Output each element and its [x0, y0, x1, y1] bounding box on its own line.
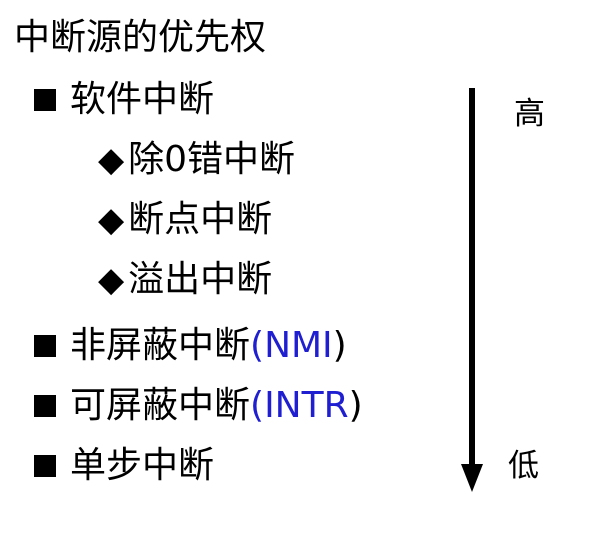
- list-item-label: 非屏蔽中断: [70, 325, 251, 366]
- list-item-software-interrupt: 软件中断: [34, 74, 214, 126]
- diamond-bullet-icon: ◆: [98, 200, 125, 240]
- list-item-label: 断点中断: [128, 199, 273, 240]
- square-bullet-icon: [34, 395, 56, 417]
- arrow-head: [461, 464, 483, 492]
- list-item-label: 单步中断: [70, 445, 215, 486]
- slide-title: 中断源的优先权: [14, 17, 267, 58]
- list-item-overflow-interrupt: ◆ 溢出中断: [98, 254, 272, 306]
- arrow-shaft: [469, 88, 475, 468]
- diamond-bullet-icon: ◆: [98, 260, 125, 300]
- list-item-label: 可屏蔽中断: [70, 385, 251, 426]
- list-item-single-step-interrupt: 单步中断: [34, 440, 214, 492]
- square-bullet-icon: [34, 335, 56, 357]
- list-item-label: 溢出中断: [128, 259, 273, 300]
- priority-high-label: 高: [514, 96, 545, 132]
- list-item-label: 软件中断: [70, 79, 215, 120]
- abbreviation: INTR: [264, 385, 349, 426]
- priority-arrow-down-icon: [458, 82, 488, 502]
- list-item-divide-error-interrupt: ◆ 除0错中断: [98, 134, 295, 186]
- list-item-label: 除0错中断: [128, 139, 296, 180]
- square-bullet-icon: [34, 455, 56, 477]
- slide: 中断源的优先权 软件中断 ◆ 除0错中断 ◆ 断点中断 ◆ 溢出中断 非屏蔽中断…: [0, 0, 603, 551]
- close-paren: ): [348, 385, 363, 426]
- diamond-bullet-icon: ◆: [98, 140, 125, 180]
- open-paren: (: [250, 385, 265, 426]
- close-paren: ): [332, 325, 347, 366]
- open-paren: (: [250, 325, 265, 366]
- list-item-nmi-interrupt: 非屏蔽中断 ( NMI ): [34, 320, 347, 372]
- abbreviation: NMI: [264, 325, 333, 366]
- priority-low-label: 低: [508, 448, 539, 484]
- list-item-breakpoint-interrupt: ◆ 断点中断: [98, 194, 272, 246]
- list-item-intr-interrupt: 可屏蔽中断 ( INTR ): [34, 380, 363, 432]
- square-bullet-icon: [34, 89, 56, 111]
